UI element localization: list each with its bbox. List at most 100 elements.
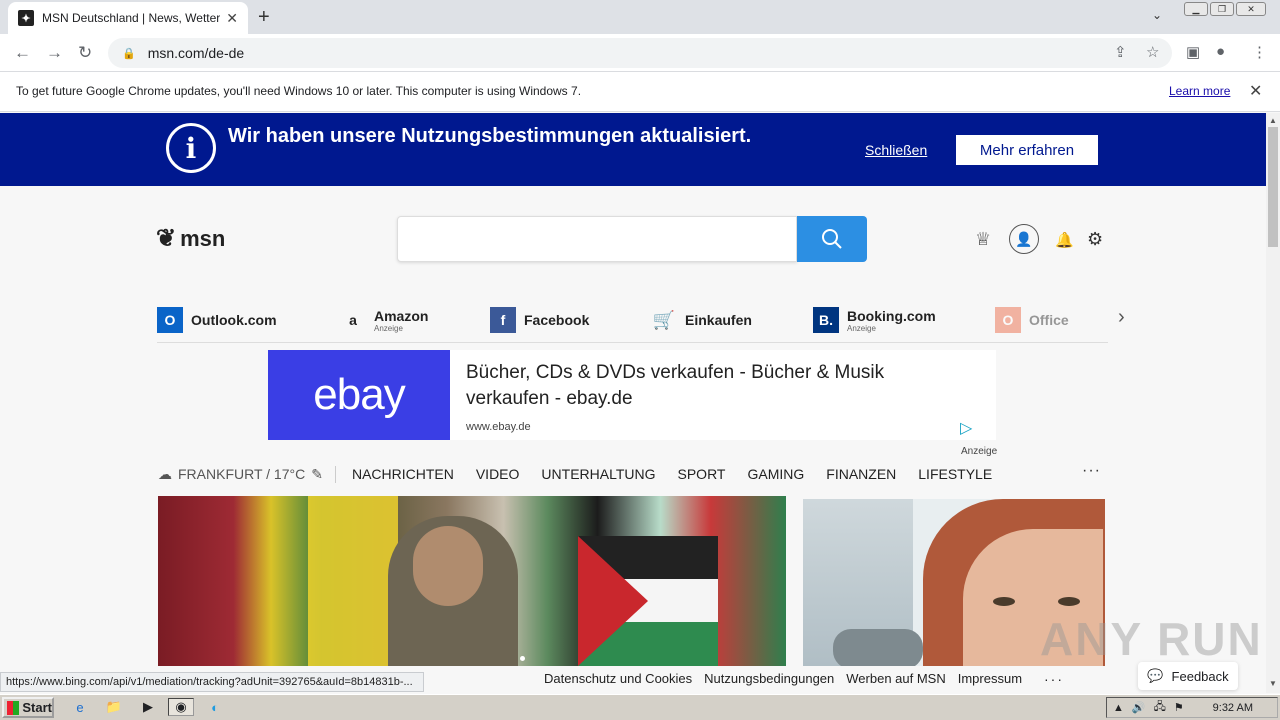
nav-link-video[interactable]: VIDEO [476,466,520,482]
quicklink-label: Einkaufen [685,312,752,328]
close-window-button[interactable]: ✕ [1236,2,1266,16]
shopping-cart-icon: 🛒 [652,309,676,330]
flag-icon[interactable]: ⚑ [1174,701,1184,714]
quicklink-einkaufen[interactable]: 🛒 Einkaufen [651,303,752,337]
tab-close-icon[interactable]: ✕ [226,10,238,27]
profile-icon[interactable]: ● [1216,43,1225,60]
weather-text: FRANKFURT / 17°C [178,466,306,482]
notification-bell-icon[interactable]: 🔔 [1055,231,1074,249]
logo-text: msn [180,225,226,251]
start-label: Start [22,700,52,715]
rewards-trophy-icon[interactable]: ♕ [975,229,991,250]
footer-link-privacy[interactable]: Datenschutz und Cookies [544,671,692,689]
tab-search-chevron-icon[interactable]: ⌄ [1152,8,1162,22]
hero-news-image[interactable] [158,496,786,666]
infobar-message: To get future Google Chrome updates, you… [16,84,582,98]
nav-link-unterhaltung[interactable]: UNTERHALTUNG [541,466,655,482]
page-footer: Datenschutz und Cookies Nutzungsbedingun… [544,671,1034,689]
forward-arrow-icon[interactable]: → [46,43,63,63]
reload-icon[interactable]: ↻ [78,43,92,63]
nav-link-gaming[interactable]: GAMING [747,466,804,482]
quicklink-facebook[interactable]: f Facebook [490,303,589,337]
category-nav: ☁ FRANKFURT / 17°C ✎ NACHRICHTEN VIDEO U… [158,462,1014,486]
anyrun-watermark: ANY RUN [1040,613,1263,665]
footer-link-terms[interactable]: Nutzungsbedingungen [704,671,834,689]
weather-widget[interactable]: ☁ FRANKFURT / 17°C ✎ [158,465,336,483]
quicklink-booking[interactable]: B. Booking.com Anzeige [813,303,936,337]
back-arrow-icon[interactable]: ← [14,43,31,63]
ie-icon[interactable]: e [70,698,90,716]
media-player-icon[interactable]: ▶ [138,698,158,716]
quicklink-outlook[interactable]: O Outlook.com [157,303,277,337]
edge-icon[interactable]: ◐ [205,698,225,716]
side-panel-icon[interactable]: ▣ [1186,43,1200,61]
page-scrollbar[interactable]: ▲ ▼ [1266,113,1280,693]
carousel-dot[interactable] [520,656,525,661]
search-input[interactable] [397,216,797,262]
tray-arrow-icon[interactable]: ▲ [1113,702,1124,714]
share-icon[interactable]: ⇪ [1114,43,1127,61]
msn-logo[interactable]: ❦ msn [156,224,225,253]
search-icon [822,229,842,249]
chevron-right-icon[interactable]: › [1118,306,1125,329]
adchoices-icon[interactable]: ▷ [960,418,972,438]
minimize-button[interactable]: ▁ [1184,2,1208,16]
quicklink-office[interactable]: O Office [995,303,1069,337]
status-bar-url: https://www.bing.com/api/v1/mediation/tr… [0,672,424,692]
start-button[interactable]: Start [2,697,54,718]
flag-triangle-shape [578,536,648,666]
nav-link-lifestyle[interactable]: LIFESTYLE [918,466,992,482]
chrome-icon[interactable]: ◉ [168,698,194,716]
new-tab-button[interactable]: + [258,6,270,29]
face-shape [413,526,483,606]
infobar-close-icon[interactable]: ✕ [1249,81,1262,101]
banner-close-link[interactable]: Schließen [865,142,927,158]
nav-link-nachrichten[interactable]: NACHRICHTEN [352,466,454,482]
feedback-button[interactable]: 💬 Feedback [1138,662,1238,690]
terms-banner: i Wir haben unsere Nutzungsbestimmungen … [0,113,1266,186]
volume-icon[interactable]: 🔊 [1132,701,1146,714]
ad-url: www.ebay.de [466,421,531,433]
learn-more-link[interactable]: Learn more [1169,84,1230,98]
office-icon: O [995,307,1021,333]
footer-more-button[interactable]: ··· [1044,671,1064,687]
folder-icon[interactable]: 📁 [104,698,124,716]
tab-title: MSN Deutschland | News, Wetter, Sport [42,11,221,25]
ad-headline[interactable]: Bücher, CDs & DVDs verkaufen - Bücher & … [466,360,966,412]
update-infobar: To get future Google Chrome updates, you… [0,72,1280,112]
kebab-menu-icon[interactable]: ⋮ [1252,43,1267,61]
flag-shape [308,496,398,666]
scroll-up-icon[interactable]: ▲ [1269,116,1277,125]
scroll-down-icon[interactable]: ▼ [1269,679,1277,688]
eye-shape [1058,597,1080,606]
footer-link-imprint[interactable]: Impressum [958,671,1022,689]
cloud-icon: ☁ [158,465,172,482]
quicklink-label: Facebook [524,312,590,328]
outlook-icon: O [157,307,183,333]
ad-label: Anzeige [961,446,998,457]
ad-label: Anzeige [374,323,403,333]
facebook-icon: f [490,307,516,333]
settings-gear-icon[interactable]: ⚙ [1087,229,1103,250]
edit-pencil-icon[interactable]: ✎ [311,466,323,483]
msn-favicon-icon: ✦ [18,10,34,26]
nav-link-sport[interactable]: SPORT [678,466,726,482]
quicklink-label: Outlook.com [191,312,277,328]
amazon-icon: a [349,312,357,328]
ad-label: Anzeige [847,323,876,333]
restore-button[interactable]: ❐ [1210,2,1234,16]
sign-in-avatar-icon[interactable]: 👤 [1009,224,1039,254]
ebay-ad[interactable]: ebay Bücher, CDs & DVDs verkaufen - Büch… [268,350,996,440]
network-icon[interactable]: 🖧 [1154,698,1166,717]
address-bar[interactable]: 🔒 msn.com/de-de [108,38,1172,68]
lock-icon: 🔒 [122,47,136,60]
nav-link-finanzen[interactable]: FINANZEN [826,466,896,482]
banner-more-button[interactable]: Mehr erfahren [956,135,1098,165]
search-button[interactable] [797,216,867,262]
scrollbar-thumb[interactable] [1268,127,1278,247]
quicklink-amazon[interactable]: a Amazon Anzeige [340,303,428,337]
browser-tab[interactable]: ✦ MSN Deutschland | News, Wetter, Sport … [8,2,248,34]
footer-link-advertise[interactable]: Werben auf MSN [846,671,945,689]
nav-more-button[interactable]: ··· [1082,462,1101,480]
bookmark-star-icon[interactable]: ☆ [1146,43,1159,61]
